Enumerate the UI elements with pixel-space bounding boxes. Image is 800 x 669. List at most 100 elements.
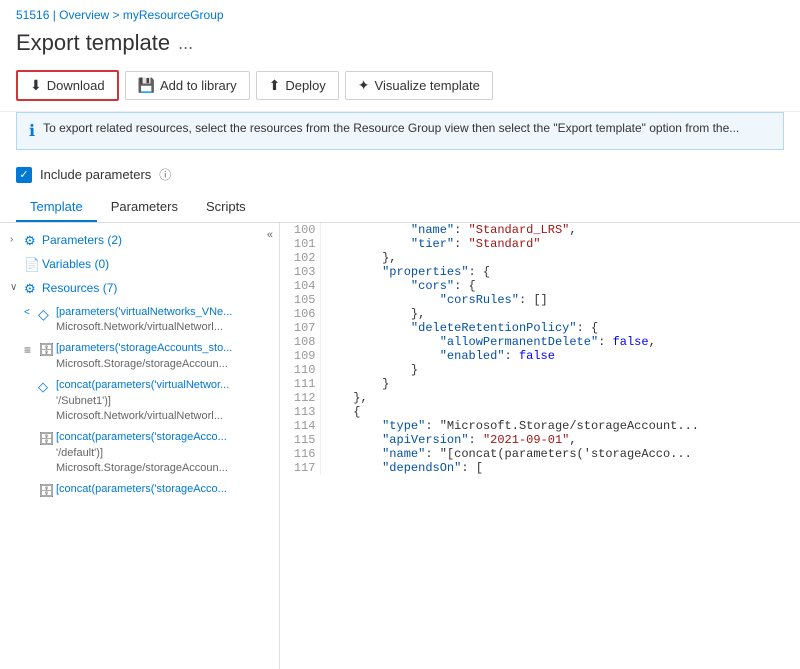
code-line: "enabled": false bbox=[320, 349, 800, 363]
code-line: "allowPermanentDelete": false, bbox=[320, 335, 800, 349]
collapse-button[interactable]: « bbox=[267, 229, 273, 241]
line-number: 112 bbox=[280, 391, 320, 405]
line-number: 106 bbox=[280, 307, 320, 321]
tab-scripts[interactable]: Scripts bbox=[192, 193, 260, 222]
vnet-label: [parameters('virtualNetworks_VNe... bbox=[56, 305, 232, 320]
line-number: 114 bbox=[280, 419, 320, 433]
code-panel: 100 "name": "Standard_LRS", 101 "tier": … bbox=[280, 223, 800, 669]
vnet-toggle[interactable]: < bbox=[24, 305, 38, 320]
storage2-icon: 🗄 bbox=[38, 482, 56, 500]
table-row: 102 }, bbox=[280, 251, 800, 265]
tree-item-storage-default[interactable]: 🗄 [concat(parameters('storageAcco... '/d… bbox=[0, 427, 279, 479]
line-number: 102 bbox=[280, 251, 320, 265]
line-number: 113 bbox=[280, 405, 320, 419]
storage-default-sublabel2: Microsoft.Storage/storageAccoun... bbox=[56, 461, 228, 476]
storage1-icon: 🗄 bbox=[38, 341, 56, 359]
tree-item-storage2[interactable]: 🗄 [concat(parameters('storageAcco... bbox=[0, 479, 279, 503]
storage-default-sublabel: '/default')] bbox=[56, 446, 228, 461]
tree-item-variables[interactable]: 📄 Variables (0) bbox=[0, 253, 279, 277]
resource-group-link[interactable]: myResourceGroup bbox=[123, 8, 224, 22]
line-number: 101 bbox=[280, 237, 320, 251]
line-number: 117 bbox=[280, 461, 320, 475]
code-line: "type": "Microsoft.Storage/storageAccoun… bbox=[320, 419, 800, 433]
line-number: 109 bbox=[280, 349, 320, 363]
vnet-sublabel: Microsoft.Network/virtualNetworl... bbox=[56, 320, 232, 335]
table-row: 107 "deleteRetentionPolicy": { bbox=[280, 321, 800, 335]
tree-panel: « › ⚙ Parameters (2) 📄 Variables (0) ∨ ⚙… bbox=[0, 223, 280, 669]
info-icon: ℹ bbox=[29, 121, 35, 141]
subnet-label: [concat(parameters('virtualNetwor... bbox=[56, 378, 229, 393]
toolbar: ⬇ Download 💾 Add to library ⬆ Deploy ✦ V… bbox=[0, 64, 800, 112]
code-line: "dependsOn": [ bbox=[320, 461, 800, 475]
tree-item-resources[interactable]: ∨ ⚙ Resources (7) bbox=[0, 277, 279, 301]
tree-item-storage1[interactable]: ≡ 🗄 [parameters('storageAccounts_sto... … bbox=[0, 338, 279, 375]
visualize-label: Visualize template bbox=[375, 78, 480, 93]
resources-label: Resources (7) bbox=[42, 280, 117, 297]
tab-parameters[interactable]: Parameters bbox=[97, 193, 192, 222]
code-line: "cors": { bbox=[320, 279, 800, 293]
deploy-button[interactable]: ⬆ Deploy bbox=[256, 71, 339, 100]
line-number: 105 bbox=[280, 293, 320, 307]
tree-item-parameters[interactable]: › ⚙ Parameters (2) bbox=[0, 229, 279, 253]
info-text: To export related resources, select the … bbox=[43, 121, 739, 135]
code-line: "corsRules": [] bbox=[320, 293, 800, 307]
line-number: 116 bbox=[280, 447, 320, 461]
storage2-toggle bbox=[24, 482, 38, 483]
include-params-row: ✓ Include parameters ⓘ bbox=[0, 160, 800, 193]
variables-toggle bbox=[10, 256, 24, 257]
params-info-icon[interactable]: ⓘ bbox=[159, 166, 171, 183]
line-number: 103 bbox=[280, 265, 320, 279]
subnet-sublabel: '/Subnet1')] bbox=[56, 394, 229, 409]
add-to-library-button[interactable]: 💾 Add to library bbox=[125, 71, 250, 100]
table-row: 106 }, bbox=[280, 307, 800, 321]
vnet-icon: ◇ bbox=[38, 305, 56, 325]
table-row: 111 } bbox=[280, 377, 800, 391]
variables-icon: 📄 bbox=[24, 256, 42, 274]
line-number: 110 bbox=[280, 363, 320, 377]
tree-item-vnet-subnet[interactable]: ◇ [concat(parameters('virtualNetwor... '… bbox=[0, 375, 279, 427]
storage-default-label: [concat(parameters('storageAcco... bbox=[56, 430, 228, 445]
parameters-toggle[interactable]: › bbox=[10, 232, 24, 247]
resources-toggle[interactable]: ∨ bbox=[10, 280, 24, 295]
table-row: 101 "tier": "Standard" bbox=[280, 237, 800, 251]
storage2-label: [concat(parameters('storageAcco... bbox=[56, 482, 227, 497]
visualize-button[interactable]: ✦ Visualize template bbox=[345, 71, 493, 100]
download-button[interactable]: ⬇ Download bbox=[16, 70, 119, 101]
line-number: 107 bbox=[280, 321, 320, 335]
breadcrumb: 51516 | Overview > myResourceGroup bbox=[0, 0, 800, 26]
library-icon: 💾 bbox=[138, 77, 155, 94]
tree-item-vnet[interactable]: < ◇ [parameters('virtualNetworks_VNe... … bbox=[0, 302, 279, 339]
code-line: } bbox=[320, 377, 800, 391]
subnet-toggle bbox=[24, 378, 38, 379]
page-options-button[interactable]: ... bbox=[178, 33, 193, 54]
code-line: "tier": "Standard" bbox=[320, 237, 800, 251]
line-number: 108 bbox=[280, 335, 320, 349]
resources-icon: ⚙ bbox=[24, 280, 42, 298]
parameters-icon: ⚙ bbox=[24, 232, 42, 250]
code-line: }, bbox=[320, 307, 800, 321]
subnet-sublabel2: Microsoft.Network/virtualNetworl... bbox=[56, 409, 229, 424]
variables-label: Variables (0) bbox=[42, 256, 109, 273]
table-row: 109 "enabled": false bbox=[280, 349, 800, 363]
code-line: } bbox=[320, 363, 800, 377]
subnet-icon: ◇ bbox=[38, 378, 56, 396]
parameters-label: Parameters (2) bbox=[42, 232, 122, 249]
include-params-label: Include parameters bbox=[40, 167, 151, 182]
main-content: « › ⚙ Parameters (2) 📄 Variables (0) ∨ ⚙… bbox=[0, 223, 800, 669]
code-line: { bbox=[320, 405, 800, 419]
include-params-checkbox[interactable]: ✓ bbox=[16, 167, 32, 183]
line-number: 115 bbox=[280, 433, 320, 447]
table-row: 116 "name": "[concat(parameters('storage… bbox=[280, 447, 800, 461]
table-row: 108 "allowPermanentDelete": false, bbox=[280, 335, 800, 349]
breadcrumb-separator: > bbox=[113, 8, 123, 22]
tabs-bar: Template Parameters Scripts bbox=[0, 193, 800, 223]
table-row: 100 "name": "Standard_LRS", bbox=[280, 223, 800, 237]
page-title-container: Export template ... bbox=[0, 26, 800, 64]
table-row: 113 { bbox=[280, 405, 800, 419]
visualize-icon: ✦ bbox=[358, 77, 370, 94]
code-line: }, bbox=[320, 251, 800, 265]
table-row: 117 "dependsOn": [ bbox=[280, 461, 800, 475]
tab-template[interactable]: Template bbox=[16, 193, 97, 222]
subscription-link[interactable]: 51516 | Overview bbox=[16, 8, 109, 22]
storage1-toggle: ≡ bbox=[24, 341, 38, 359]
